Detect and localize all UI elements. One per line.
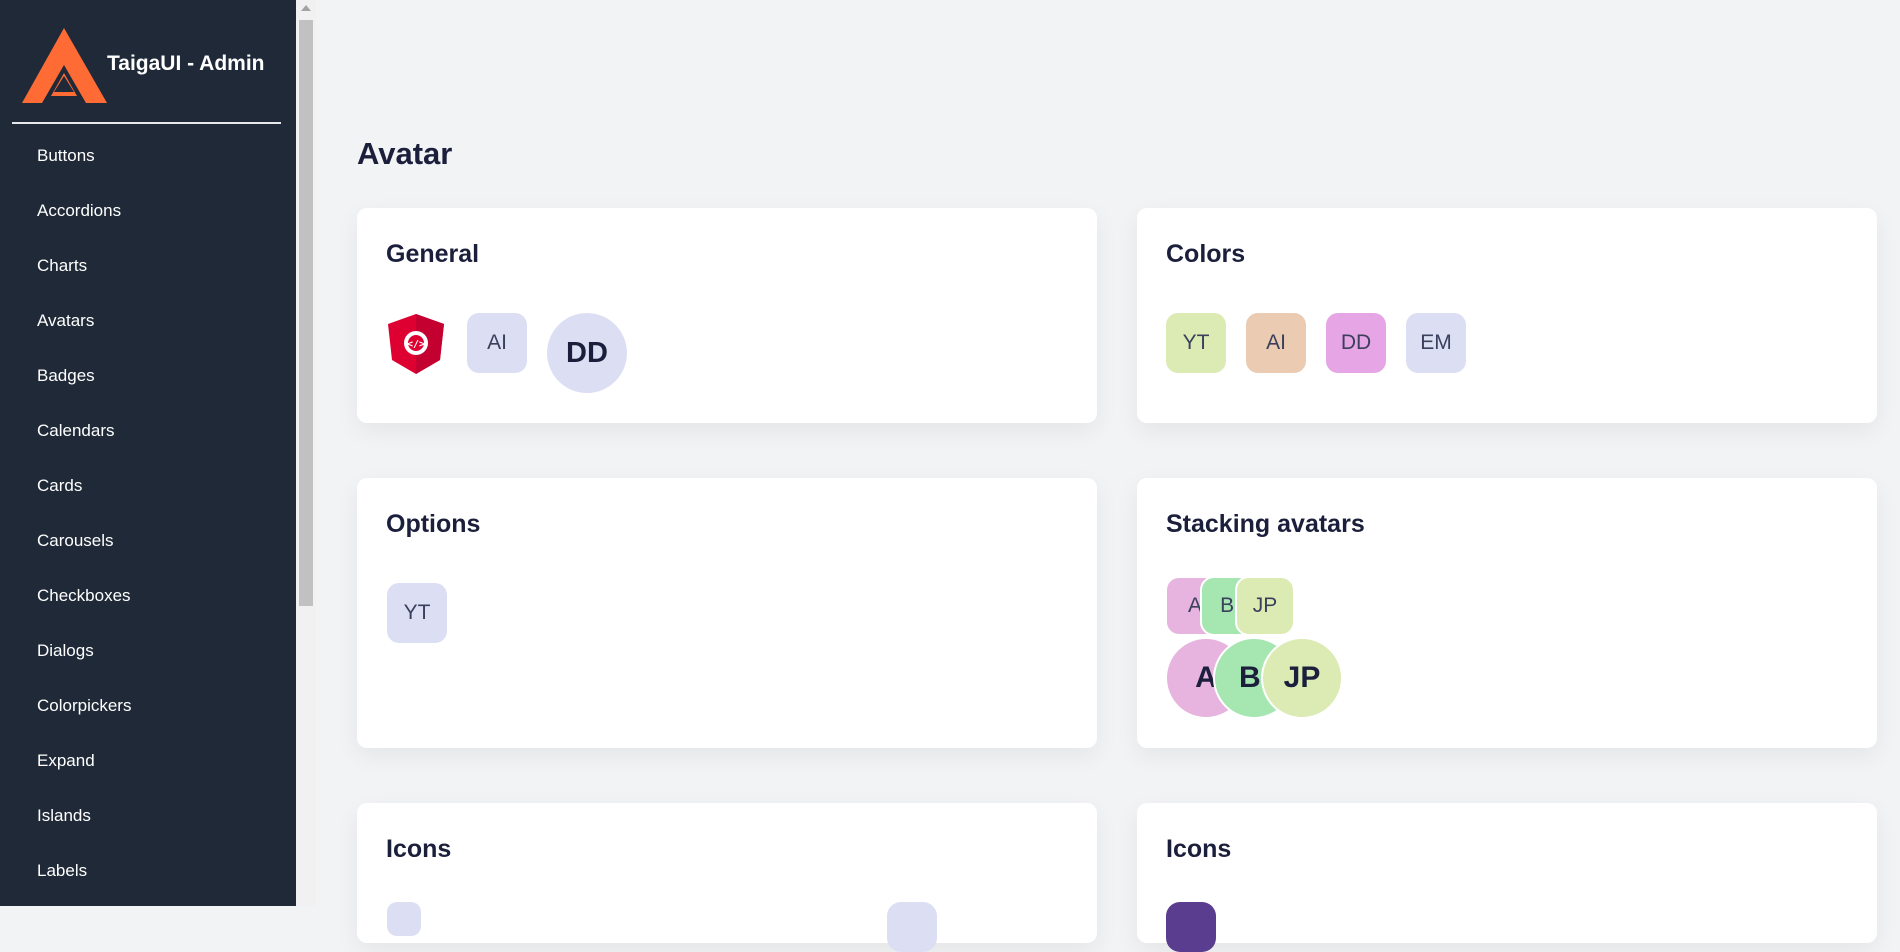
avatar: AI [467,313,527,373]
sidebar-item-buttons[interactable]: Buttons [0,128,296,183]
sidebar-item-colorpickers[interactable]: Colorpickers [0,678,296,733]
taiga-logo-icon [22,28,107,103]
avatar: DD [1326,313,1386,373]
angular-avatar-icon: </> [387,314,445,374]
avatar [387,902,421,936]
sidebar-item-checkboxes[interactable]: Checkboxes [0,568,296,623]
avatar [1166,902,1216,952]
card-title: General [386,240,480,268]
card-title: Colors [1166,240,1246,268]
avatar: YT [1166,313,1226,373]
sidebar-item-dialogs[interactable]: Dialogs [0,623,296,678]
brand[interactable]: TaigaUI - Admin [0,0,296,124]
avatar: AI [1246,313,1306,373]
scroll-thumb[interactable] [299,20,313,606]
card-title: Options [386,510,481,538]
stacked-avatar: JP [1235,576,1295,636]
page-title: Avatar [357,136,453,171]
sidebar: TaigaUI - Admin Buttons Accordions Chart… [0,0,296,906]
app-title: TaigaUI - Admin [107,52,265,75]
sidebar-item-expand[interactable]: Expand [0,733,296,788]
card-title: Stacking avatars [1166,510,1365,538]
card-title: Icons [386,835,452,863]
card-colors: Colors YT AI DD EM [1137,208,1877,423]
avatar: EM [1406,313,1466,373]
sidebar-item-avatars[interactable]: Avatars [0,293,296,348]
sidebar-item-carousels[interactable]: Carousels [0,513,296,568]
sidebar-item-charts[interactable]: Charts [0,238,296,293]
sidebar-item-islands[interactable]: Islands [0,788,296,843]
sidebar-item-calendars[interactable]: Calendars [0,403,296,458]
card-stacking-avatars: Stacking avatars A BI JP A BI JP [1137,478,1877,748]
sidebar-item-accordions[interactable]: Accordions [0,183,296,238]
avatar: YT [387,583,447,643]
card-icons-left: Icons [357,803,1097,952]
card-general: General </> AI DD [357,208,1097,423]
avatar [887,902,937,952]
sidebar-scrollbar[interactable] [296,0,316,906]
card-icons-right: Icons [1137,803,1877,952]
sidebar-item-labels[interactable]: Labels [0,843,296,898]
stacked-avatar-large: JP [1261,637,1343,719]
svg-text:</>: </> [407,339,425,350]
sidebar-item-badges[interactable]: Badges [0,348,296,403]
sidebar-item-cards[interactable]: Cards [0,458,296,513]
avatar: DD [547,313,627,393]
scroll-up-arrow-icon[interactable] [301,5,311,11]
card-title: Icons [1166,835,1232,863]
card-options: Options YT [357,478,1097,748]
sidebar-nav: Buttons Accordions Charts Avatars Badges… [0,128,296,898]
sidebar-divider [12,122,281,124]
